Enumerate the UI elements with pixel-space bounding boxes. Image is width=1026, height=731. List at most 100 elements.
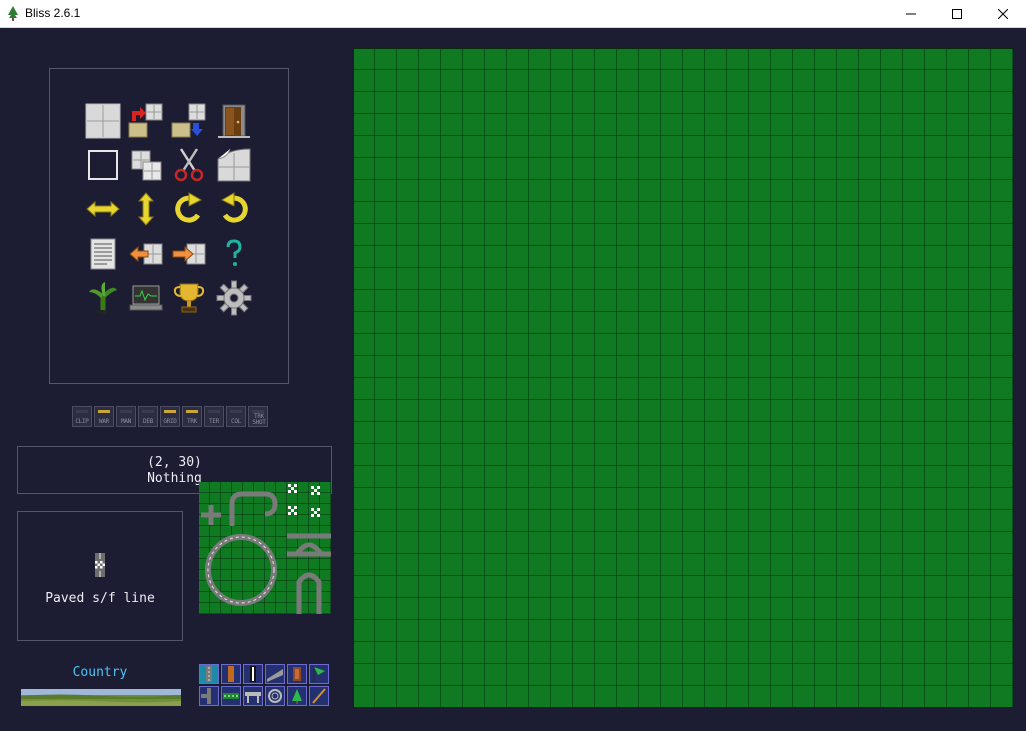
status-indicator-lamp bbox=[76, 410, 88, 413]
copy-button[interactable] bbox=[128, 147, 164, 183]
loop-icon bbox=[268, 689, 282, 703]
computer-button[interactable] bbox=[128, 280, 164, 316]
track-info-button[interactable] bbox=[85, 236, 121, 272]
status-indicator-lamp bbox=[120, 410, 132, 413]
status-indicator-label: WAR bbox=[99, 418, 109, 425]
flip-vertical-button[interactable] bbox=[128, 191, 164, 227]
tree-icon bbox=[292, 689, 302, 704]
copy-icon bbox=[131, 150, 162, 181]
cut-icon bbox=[174, 148, 204, 182]
track-piece-palette[interactable] bbox=[199, 482, 331, 614]
track-pieces-icon bbox=[199, 482, 331, 614]
title-bar: Bliss 2.6.1 bbox=[0, 0, 1026, 28]
category-barrier-button[interactable] bbox=[287, 664, 307, 684]
help-button[interactable] bbox=[216, 236, 252, 272]
close-button[interactable] bbox=[980, 0, 1026, 27]
track-grid-cells[interactable] bbox=[353, 48, 1014, 708]
category-pole-button[interactable] bbox=[309, 686, 329, 706]
status-indicator-label: CLIP bbox=[75, 418, 89, 425]
status-indicator-trk-shot[interactable]: TRK SHOT bbox=[248, 406, 268, 427]
flip-horizontal-button[interactable] bbox=[85, 191, 121, 227]
settings-button[interactable] bbox=[216, 280, 252, 316]
status-indicator-man[interactable]: MAN bbox=[116, 406, 136, 427]
ramp-icon bbox=[267, 669, 283, 682]
minimize-icon bbox=[906, 13, 916, 14]
status-indicator-lamp bbox=[230, 410, 242, 413]
new-track-icon bbox=[85, 103, 121, 139]
category-scenery-button[interactable] bbox=[309, 664, 329, 684]
new-track-button[interactable] bbox=[85, 103, 121, 139]
trophy-icon bbox=[173, 283, 205, 313]
white-line-icon bbox=[250, 666, 256, 682]
load-track-button[interactable] bbox=[128, 103, 164, 139]
scenery-button[interactable] bbox=[85, 280, 121, 316]
start-finish-line-icon bbox=[95, 553, 105, 577]
save-track-icon bbox=[171, 103, 206, 138]
exit-button[interactable] bbox=[216, 103, 252, 139]
straight-road-icon bbox=[206, 666, 212, 682]
flip-vertical-icon bbox=[137, 192, 155, 226]
import-icon bbox=[129, 243, 163, 265]
category-straight-button[interactable] bbox=[199, 664, 219, 684]
flip-horizontal-icon bbox=[86, 200, 120, 218]
terrain-landscape-thumbnail[interactable] bbox=[21, 689, 181, 706]
cut-button[interactable] bbox=[171, 147, 207, 183]
rotate-counterclockwise-icon bbox=[220, 192, 248, 223]
category-pits-button[interactable] bbox=[221, 686, 241, 706]
category-white-line-button[interactable] bbox=[243, 664, 263, 684]
category-loop-button[interactable] bbox=[265, 686, 285, 706]
pits-icon bbox=[223, 693, 239, 699]
select-icon bbox=[88, 150, 118, 180]
import-button[interactable] bbox=[128, 236, 164, 272]
save-track-button[interactable] bbox=[171, 103, 207, 139]
category-dirt-button[interactable] bbox=[221, 664, 241, 684]
category-bridge-button[interactable] bbox=[243, 686, 263, 706]
status-indicator-clip[interactable]: CLIP bbox=[72, 406, 92, 427]
rotate-clockwise-button[interactable] bbox=[171, 191, 207, 227]
status-indicator-lamp bbox=[164, 410, 176, 413]
select-button[interactable] bbox=[85, 147, 121, 183]
status-indicator-label: MAN bbox=[121, 418, 131, 425]
status-indicator-trk[interactable]: TRK bbox=[182, 406, 202, 427]
status-indicator-label: TRK bbox=[187, 418, 197, 425]
maximize-icon bbox=[952, 8, 962, 19]
status-indicator-war[interactable]: WAR bbox=[94, 406, 114, 427]
trophy-button[interactable] bbox=[171, 280, 207, 316]
exit-door-icon bbox=[218, 104, 250, 138]
minimize-button[interactable] bbox=[888, 0, 934, 27]
track-grid-canvas[interactable] bbox=[353, 48, 1014, 708]
status-indicator-col[interactable]: COL bbox=[226, 406, 246, 427]
export-icon bbox=[172, 243, 206, 265]
page-curl-button[interactable] bbox=[216, 147, 252, 183]
category-ramp-button[interactable] bbox=[265, 664, 285, 684]
maximize-button[interactable] bbox=[934, 0, 980, 27]
status-indicator-label: TRK SHOT bbox=[252, 413, 266, 426]
category-tree-button[interactable] bbox=[287, 686, 307, 706]
status-indicator-lamp bbox=[208, 410, 220, 413]
green-flag-icon bbox=[313, 667, 325, 681]
barrier-icon bbox=[293, 667, 301, 681]
window-title: Bliss 2.6.1 bbox=[25, 6, 81, 20]
help-icon bbox=[226, 239, 242, 266]
pole-icon bbox=[312, 688, 326, 704]
junction-icon bbox=[201, 688, 211, 704]
status-indicator-label: TER bbox=[209, 418, 219, 425]
status-indicator-lamp bbox=[142, 410, 154, 413]
settings-gear-icon bbox=[216, 280, 252, 316]
track-info-icon bbox=[90, 238, 116, 270]
category-junction-button[interactable] bbox=[199, 686, 219, 706]
page-curl-icon bbox=[217, 148, 251, 182]
status-indicator-label: GRID bbox=[163, 418, 177, 425]
status-indicator-grid[interactable]: GRID bbox=[160, 406, 180, 427]
rotate-counterclockwise-button[interactable] bbox=[216, 191, 252, 227]
status-indicator-ter[interactable]: TER bbox=[204, 406, 224, 427]
export-button[interactable] bbox=[171, 236, 207, 272]
tree-scenery-icon bbox=[89, 282, 117, 314]
cursor-coordinates: (2, 30) bbox=[147, 455, 202, 470]
pine-tree-app-icon bbox=[8, 6, 18, 21]
selected-piece-name: Paved s/f line bbox=[45, 591, 155, 606]
bridge-icon bbox=[245, 692, 261, 703]
status-indicator-deb[interactable]: DEB bbox=[138, 406, 158, 427]
load-track-icon bbox=[128, 103, 163, 138]
status-indicator-label: COL bbox=[231, 418, 241, 425]
